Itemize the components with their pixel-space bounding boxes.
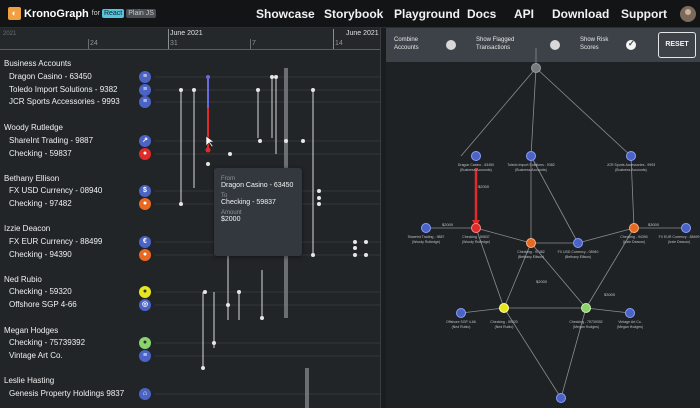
graph-node-label: Checking - 94390 (Izzie Deacon) — [620, 235, 648, 244]
graph-node[interactable] — [626, 151, 636, 161]
graph-node-label: Checking - 97482 (Bethany Ellison) — [517, 250, 545, 259]
react-badge[interactable]: React — [101, 9, 125, 18]
graph-node-label: Vintage Art Co. (Megan Hodges) — [616, 320, 644, 329]
graph-node[interactable] — [581, 303, 591, 313]
graph-node[interactable] — [421, 223, 431, 233]
edge-amount-label: $3000 — [648, 222, 660, 227]
brand-for-text: for — [91, 10, 100, 17]
graph-node-label: JCR Sports Accessories - 9993 (Business A… — [606, 163, 656, 172]
graph-node-label: ShareInt Trading - 9887 (Woody Rutledge) — [407, 235, 445, 244]
graph-node-label: Checking - 75739392 (Megan Hodges) — [569, 320, 603, 329]
nav-download[interactable]: Download — [552, 7, 609, 21]
graph-node[interactable] — [526, 151, 536, 161]
graph-node[interactable] — [625, 308, 635, 318]
kronograph-logo-icon: ◐ — [8, 7, 21, 20]
graph-node[interactable] — [556, 393, 566, 403]
graph-edges: $2000 $2000 $2000 $3000 $3000 — [426, 48, 686, 399]
graph-node-label: Checking - 59837 (Woody Rutledge) — [461, 235, 491, 244]
nav-docs[interactable]: Docs — [467, 7, 496, 21]
nav-playground[interactable]: Playground — [394, 7, 460, 21]
user-avatar[interactable] — [680, 6, 696, 22]
graph-node-label: Checking - 59320 (Ned Rubio) — [490, 320, 518, 329]
brand-logo[interactable]: ◐ KronoGraph for React Plain JS — [8, 7, 156, 20]
graph-node[interactable] — [471, 223, 481, 233]
top-navigation: ◐ KronoGraph for React Plain JS Showcase… — [0, 0, 700, 28]
nav-storybook[interactable]: Storybook — [324, 7, 383, 21]
plain-js-badge[interactable]: Plain JS — [126, 9, 156, 18]
graph-node[interactable] — [526, 238, 536, 248]
nav-support[interactable]: Support — [621, 7, 667, 21]
graph-node-hub[interactable] — [531, 63, 541, 73]
graph-node-label: FX USD Currency - 08940 (Bethany Ellison) — [557, 250, 599, 259]
transaction-tooltip: From Dragon Casino - 63450 To Checking -… — [214, 168, 302, 256]
nav-api[interactable]: API — [514, 7, 534, 21]
graph-node[interactable] — [499, 303, 509, 313]
edge-amount-label: $3000 — [604, 292, 616, 297]
tooltip-to-value: Checking - 59837 — [221, 199, 276, 206]
timeline-events[interactable] — [0, 28, 380, 408]
network-graph-panel[interactable]: Combine Accounts Show Flagged Transactio… — [386, 28, 700, 408]
edge-amount-label: $2000 — [478, 184, 490, 189]
graph-node[interactable] — [573, 238, 583, 248]
graph-node-label: Toledo Import Solutions - 9382 (Business … — [507, 163, 555, 172]
graph-node[interactable] — [456, 308, 466, 318]
brand-name: KronoGraph — [24, 7, 89, 20]
graph-node[interactable] — [471, 151, 481, 161]
graph-node[interactable] — [681, 223, 691, 233]
edge-amount-label: $2000 — [442, 222, 454, 227]
nav-showcase[interactable]: Showcase — [256, 7, 315, 21]
edge-amount-label: $2000 — [536, 279, 548, 284]
timeline-panel[interactable]: 2021 June 2021 June 2021 24 31 7 14 Busi… — [0, 28, 380, 408]
graph-node-label: FX EUR Currency - 88499 (Izzie Deacon) — [658, 235, 700, 244]
tooltip-amount-value: $2000 — [221, 216, 241, 223]
graph-node-label: Dragon Casino - 63450 (Business Accounts) — [457, 163, 495, 172]
tooltip-from-value: Dragon Casino - 63450 — [221, 182, 294, 189]
graph-node[interactable] — [629, 223, 639, 233]
